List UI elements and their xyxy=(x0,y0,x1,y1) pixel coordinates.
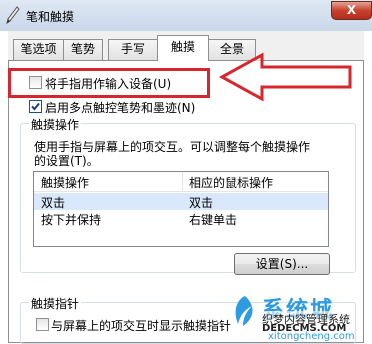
list-cell-action: 双击 xyxy=(41,196,66,210)
touch-actions-group-title: 触摸操作 xyxy=(29,116,82,133)
touch-actions-list[interactable]: 触摸操作 相应的鼠标操作 双击 双击 按下并保持 右键单击 xyxy=(33,171,329,247)
list-row-double-tap[interactable]: 双击 双击 xyxy=(34,193,328,210)
column-divider[interactable] xyxy=(182,172,183,192)
list-cell-action: 按下并保持 xyxy=(41,213,102,227)
touch-pointer-label: 与屏幕上的项交互时显示触摸指针 xyxy=(51,319,232,333)
annotation-highlight-box xyxy=(8,68,210,98)
tab-handwriting[interactable]: 手写 xyxy=(108,39,158,60)
tab-touch[interactable]: 触摸 xyxy=(157,35,209,61)
list-header: 触摸操作 相应的鼠标操作 xyxy=(34,172,328,192)
touch-actions-description-line2: 的设置(T)。 xyxy=(34,154,99,168)
column-header-mouse-action[interactable]: 相应的鼠标操作 xyxy=(189,174,273,191)
touch-pointer-group-title: 触摸指针 xyxy=(29,295,82,312)
column-header-touch-action[interactable]: 触摸操作 xyxy=(41,174,89,191)
close-button[interactable]: X xyxy=(331,1,372,20)
list-row-press-hold[interactable]: 按下并保持 右键单击 xyxy=(34,210,328,227)
multitouch-label: 启用多点触控笔势和墨迹(N) xyxy=(45,101,196,115)
tab-pen-options[interactable]: 笔选项 xyxy=(13,39,64,60)
list-cell-mouse: 右键单击 xyxy=(189,213,238,227)
tab-flicks[interactable]: 笔势 xyxy=(63,39,103,60)
window-title: 笔和触摸 xyxy=(26,10,75,24)
pen-icon xyxy=(6,6,20,25)
watermark-logo-icon xyxy=(230,294,260,328)
touch-pointer-checkbox[interactable] xyxy=(36,318,49,331)
watermark-sub3: xitongcheng.com xyxy=(268,331,355,342)
annotation-arrow-icon xyxy=(218,52,358,102)
list-cell-mouse: 双击 xyxy=(189,196,214,210)
settings-button[interactable]: 设置(S)... xyxy=(234,253,330,275)
multitouch-checkbox[interactable] xyxy=(29,100,42,113)
